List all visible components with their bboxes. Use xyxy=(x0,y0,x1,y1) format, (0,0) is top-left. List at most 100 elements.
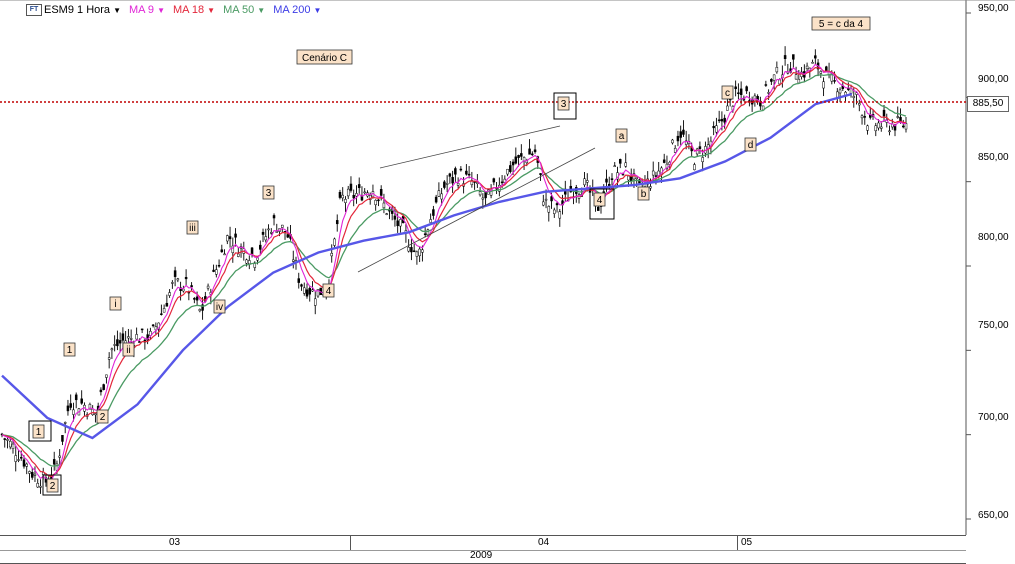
candle-body xyxy=(429,219,432,223)
candle-body xyxy=(649,186,652,189)
candle-body xyxy=(456,182,460,186)
candle-body xyxy=(344,199,347,203)
candle-body xyxy=(467,173,471,176)
ma200-line xyxy=(1,92,853,440)
candle-body xyxy=(437,190,441,197)
candle-body xyxy=(739,88,743,95)
candle-body xyxy=(772,74,776,81)
annotation-label: 4 xyxy=(597,195,603,206)
candle-body xyxy=(610,178,614,180)
candle-body xyxy=(421,249,424,253)
annotation-label: iv xyxy=(216,302,223,313)
trend-line xyxy=(379,125,561,169)
candle-body xyxy=(220,249,224,253)
candle-body xyxy=(11,443,15,449)
candle-body xyxy=(74,394,78,401)
candle-body xyxy=(66,405,70,412)
annotation-label: a xyxy=(619,131,625,142)
candle-body xyxy=(717,119,721,122)
candle-body xyxy=(811,62,814,64)
ma9-line xyxy=(1,63,906,481)
candle-body xyxy=(171,282,174,284)
candle-body xyxy=(292,259,295,262)
annotation-label: ii xyxy=(126,345,130,356)
candle-body xyxy=(226,235,229,242)
candle-body xyxy=(555,203,559,206)
candle-body xyxy=(500,181,504,184)
candle-body xyxy=(481,197,485,200)
candle-body xyxy=(3,438,6,440)
candle-body xyxy=(270,232,273,234)
candle-body xyxy=(410,247,413,253)
candle-body xyxy=(237,253,240,257)
price-plot[interactable]: 1212iiiiiiiv3434abcd5 = c da 4Cenário C xyxy=(0,0,1015,564)
candle-body xyxy=(597,206,600,211)
candle-body xyxy=(635,177,638,180)
candle-body xyxy=(511,161,515,166)
x-axis-years: 2009 xyxy=(0,549,966,564)
trend-lines xyxy=(357,125,596,273)
candle-body xyxy=(533,149,537,153)
candle-body xyxy=(737,92,740,94)
candle-body xyxy=(215,269,218,275)
candle-body xyxy=(586,180,589,183)
candle-body xyxy=(671,139,674,144)
candle-body xyxy=(852,96,856,98)
candle-body xyxy=(302,287,306,294)
candle-body xyxy=(726,105,729,111)
candle-body xyxy=(542,201,545,206)
annotation-label: 3 xyxy=(561,99,567,110)
candle-body xyxy=(184,276,188,280)
annotation-label: i xyxy=(114,299,116,310)
candle-body xyxy=(720,118,724,122)
candle-body xyxy=(193,298,196,300)
candle-body xyxy=(662,159,666,163)
candle-body xyxy=(30,472,34,478)
annotation-label: 1 xyxy=(36,427,42,438)
candle-body xyxy=(160,313,163,315)
candle-body xyxy=(275,231,279,233)
candle-body xyxy=(382,202,386,209)
candle-body xyxy=(173,270,177,277)
candle-body xyxy=(624,162,627,167)
candle-body xyxy=(272,215,276,219)
candle-body xyxy=(679,131,682,138)
candle-body xyxy=(140,328,144,331)
candle-body xyxy=(58,455,61,458)
candle-body xyxy=(514,156,518,164)
candle-body xyxy=(308,287,311,295)
candle-body xyxy=(701,157,704,163)
current-price-tag: 885,50 xyxy=(967,96,1009,112)
candle-body xyxy=(217,264,221,267)
candle-body xyxy=(698,146,702,150)
candle-body xyxy=(6,439,9,441)
candle-body xyxy=(838,89,842,94)
candle-body xyxy=(28,471,31,474)
annotation-label: b xyxy=(641,189,647,200)
y-tick-label: 650,00 xyxy=(978,510,1009,521)
candle-body xyxy=(775,67,779,73)
ma50-line xyxy=(1,74,907,467)
candle-body xyxy=(882,109,886,117)
candle-body xyxy=(162,308,166,313)
candle-body xyxy=(651,170,655,176)
candle-body xyxy=(553,209,556,214)
candle-body xyxy=(399,219,402,227)
candle-body xyxy=(313,298,317,306)
candle-body xyxy=(822,81,825,89)
annotation-label: 3 xyxy=(266,188,272,199)
candle-body xyxy=(261,231,265,235)
candle-body xyxy=(825,66,828,72)
candle-body xyxy=(712,126,715,129)
candle-body xyxy=(256,257,259,261)
candle-body xyxy=(415,251,419,257)
candle-body xyxy=(393,215,397,220)
candle-body xyxy=(558,211,562,219)
candle-body xyxy=(465,170,468,175)
candle-body xyxy=(138,341,141,343)
x-tick-label: 04 xyxy=(538,537,550,548)
candle-body xyxy=(454,168,457,175)
candle-body xyxy=(22,459,26,467)
candle-body xyxy=(783,55,787,59)
candle-body xyxy=(94,413,97,416)
